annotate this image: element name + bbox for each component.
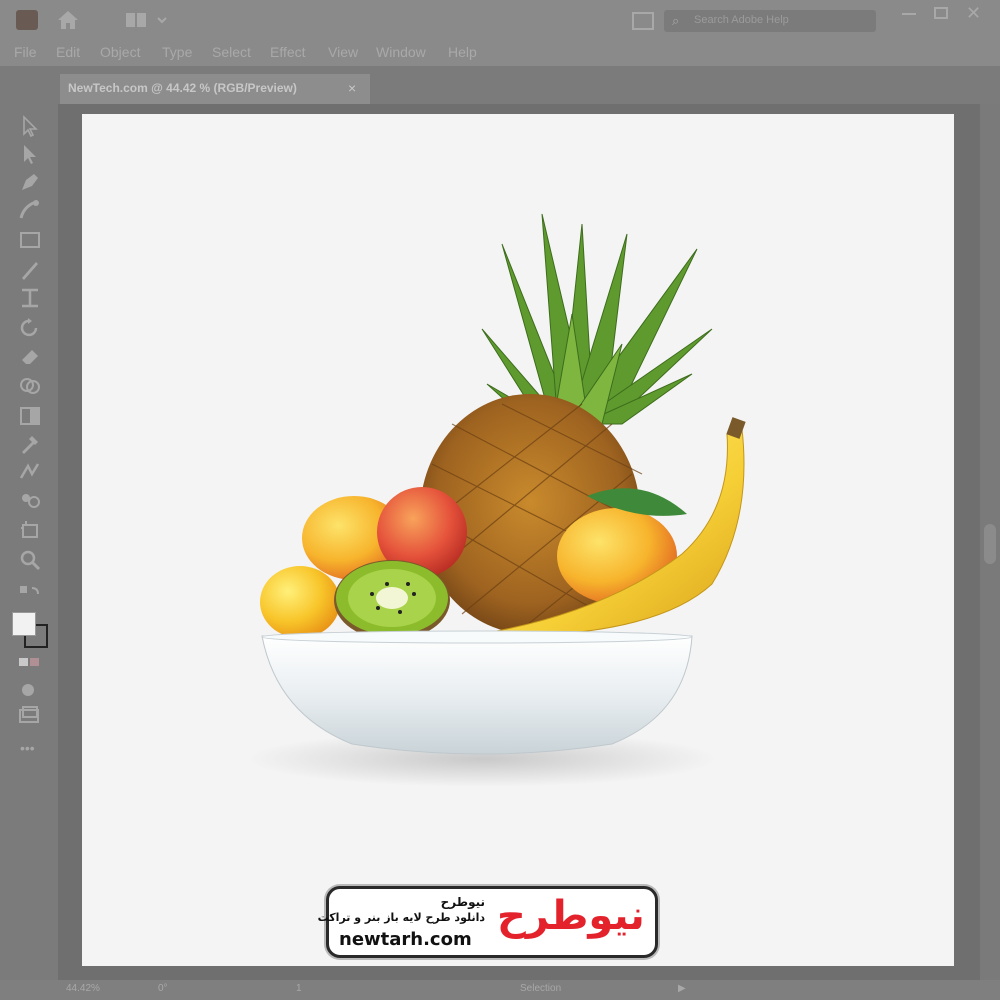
menu-object[interactable]: Object	[100, 44, 140, 60]
type-tool-icon[interactable]	[18, 286, 42, 310]
document-tab[interactable]: NewTech.com @ 44.42 % (RGB/Preview) ×	[60, 74, 370, 104]
drawing-mode-icon[interactable]	[18, 678, 42, 702]
curvature-tool-icon[interactable]	[18, 198, 42, 222]
blend-tool-icon[interactable]	[18, 460, 42, 484]
orange	[260, 566, 340, 638]
zoom-level[interactable]: 44.42%	[66, 983, 100, 994]
search-placeholder: Search Adobe Help	[694, 14, 789, 26]
menu-type[interactable]: Type	[162, 44, 192, 60]
more-tools-icon[interactable]: •••	[20, 740, 35, 756]
swap-colors-icon[interactable]	[18, 582, 42, 606]
search-icon: ⌕	[672, 13, 680, 28]
fruit-bowl-illustration	[247, 213, 746, 787]
menu-window[interactable]: Window	[376, 44, 426, 60]
selection-tool-icon[interactable]	[18, 114, 42, 138]
tab-close-icon[interactable]: ×	[348, 80, 356, 96]
menu-view[interactable]: View	[328, 44, 358, 60]
bowl-rim	[261, 630, 693, 644]
title-bar: ⌕ Search Adobe Help ✕	[0, 0, 1000, 40]
watermark-brand-text: نیوطرح	[440, 895, 485, 909]
symbol-sprayer-tool-icon[interactable]	[18, 488, 42, 512]
menu-help[interactable]: Help	[448, 44, 477, 60]
vertical-scrollbar[interactable]	[980, 104, 1000, 980]
arrange-documents-icon[interactable]	[632, 12, 654, 30]
maximize-icon[interactable]	[934, 7, 948, 19]
home-icon[interactable]	[56, 9, 80, 31]
minimize-icon[interactable]	[902, 13, 916, 15]
shape-builder-tool-icon[interactable]	[18, 374, 42, 398]
zoom-tool-icon[interactable]	[18, 548, 42, 572]
scroll-thumb[interactable]	[984, 524, 996, 564]
eraser-tool-icon[interactable]	[18, 344, 42, 368]
bowl	[261, 635, 693, 755]
menu-edit[interactable]: Edit	[56, 44, 80, 60]
current-tool-label: Selection	[520, 983, 562, 994]
document-tab-strip: NewTech.com @ 44.42 % (RGB/Preview) ×	[0, 66, 1000, 104]
screen-mode-icon[interactable]	[18, 704, 42, 728]
direct-selection-tool-icon[interactable]	[18, 142, 42, 166]
close-icon[interactable]: ✕	[966, 3, 981, 24]
rotation-value[interactable]: 0°	[158, 983, 168, 994]
illustrator-logo-icon	[16, 10, 38, 30]
play-icon[interactable]: ▶	[678, 983, 686, 994]
eyedropper-tool-icon[interactable]	[18, 432, 42, 456]
newtarh-watermark: نیوطرح دانلود طرح لایه باز بنر و تراکت n…	[318, 886, 658, 958]
menu-effect[interactable]: Effect	[270, 44, 306, 60]
fill-stroke-swatch[interactable]	[12, 612, 48, 648]
fill-swatch[interactable]	[12, 612, 36, 636]
status-bar: 44.42% 0° 1 Selection ▶	[0, 980, 1000, 1000]
document-tab-label: NewTech.com @ 44.42 % (RGB/Preview)	[68, 81, 297, 95]
rectangle-tool-icon[interactable]	[18, 228, 42, 252]
watermark-tagline: دانلود طرح لایه باز بنر و تراکت	[317, 911, 485, 924]
newtarh-logo: نیوطرح	[497, 893, 645, 939]
menu-file[interactable]: File	[14, 44, 37, 60]
tools-panel: •••	[0, 104, 58, 980]
rotate-tool-icon[interactable]	[18, 316, 42, 340]
artboard[interactable]	[82, 114, 954, 966]
kiwi-half	[334, 560, 450, 640]
artboard-number[interactable]: 1	[296, 983, 302, 994]
search-field[interactable]: ⌕ Search Adobe Help	[664, 10, 876, 32]
paintbrush-tool-icon[interactable]	[18, 258, 42, 282]
watermark-url: newtarh.com	[339, 929, 472, 950]
artboard-tool-icon[interactable]	[18, 518, 42, 542]
color-mode-icon[interactable]	[18, 650, 42, 674]
workspace-switcher-icon[interactable]	[126, 12, 170, 28]
menu-select[interactable]: Select	[212, 44, 251, 60]
gradient-tool-icon[interactable]	[18, 404, 42, 428]
pen-tool-icon[interactable]	[18, 170, 42, 194]
menu-bar: File Edit Object Type Select Effect View…	[0, 40, 1000, 66]
